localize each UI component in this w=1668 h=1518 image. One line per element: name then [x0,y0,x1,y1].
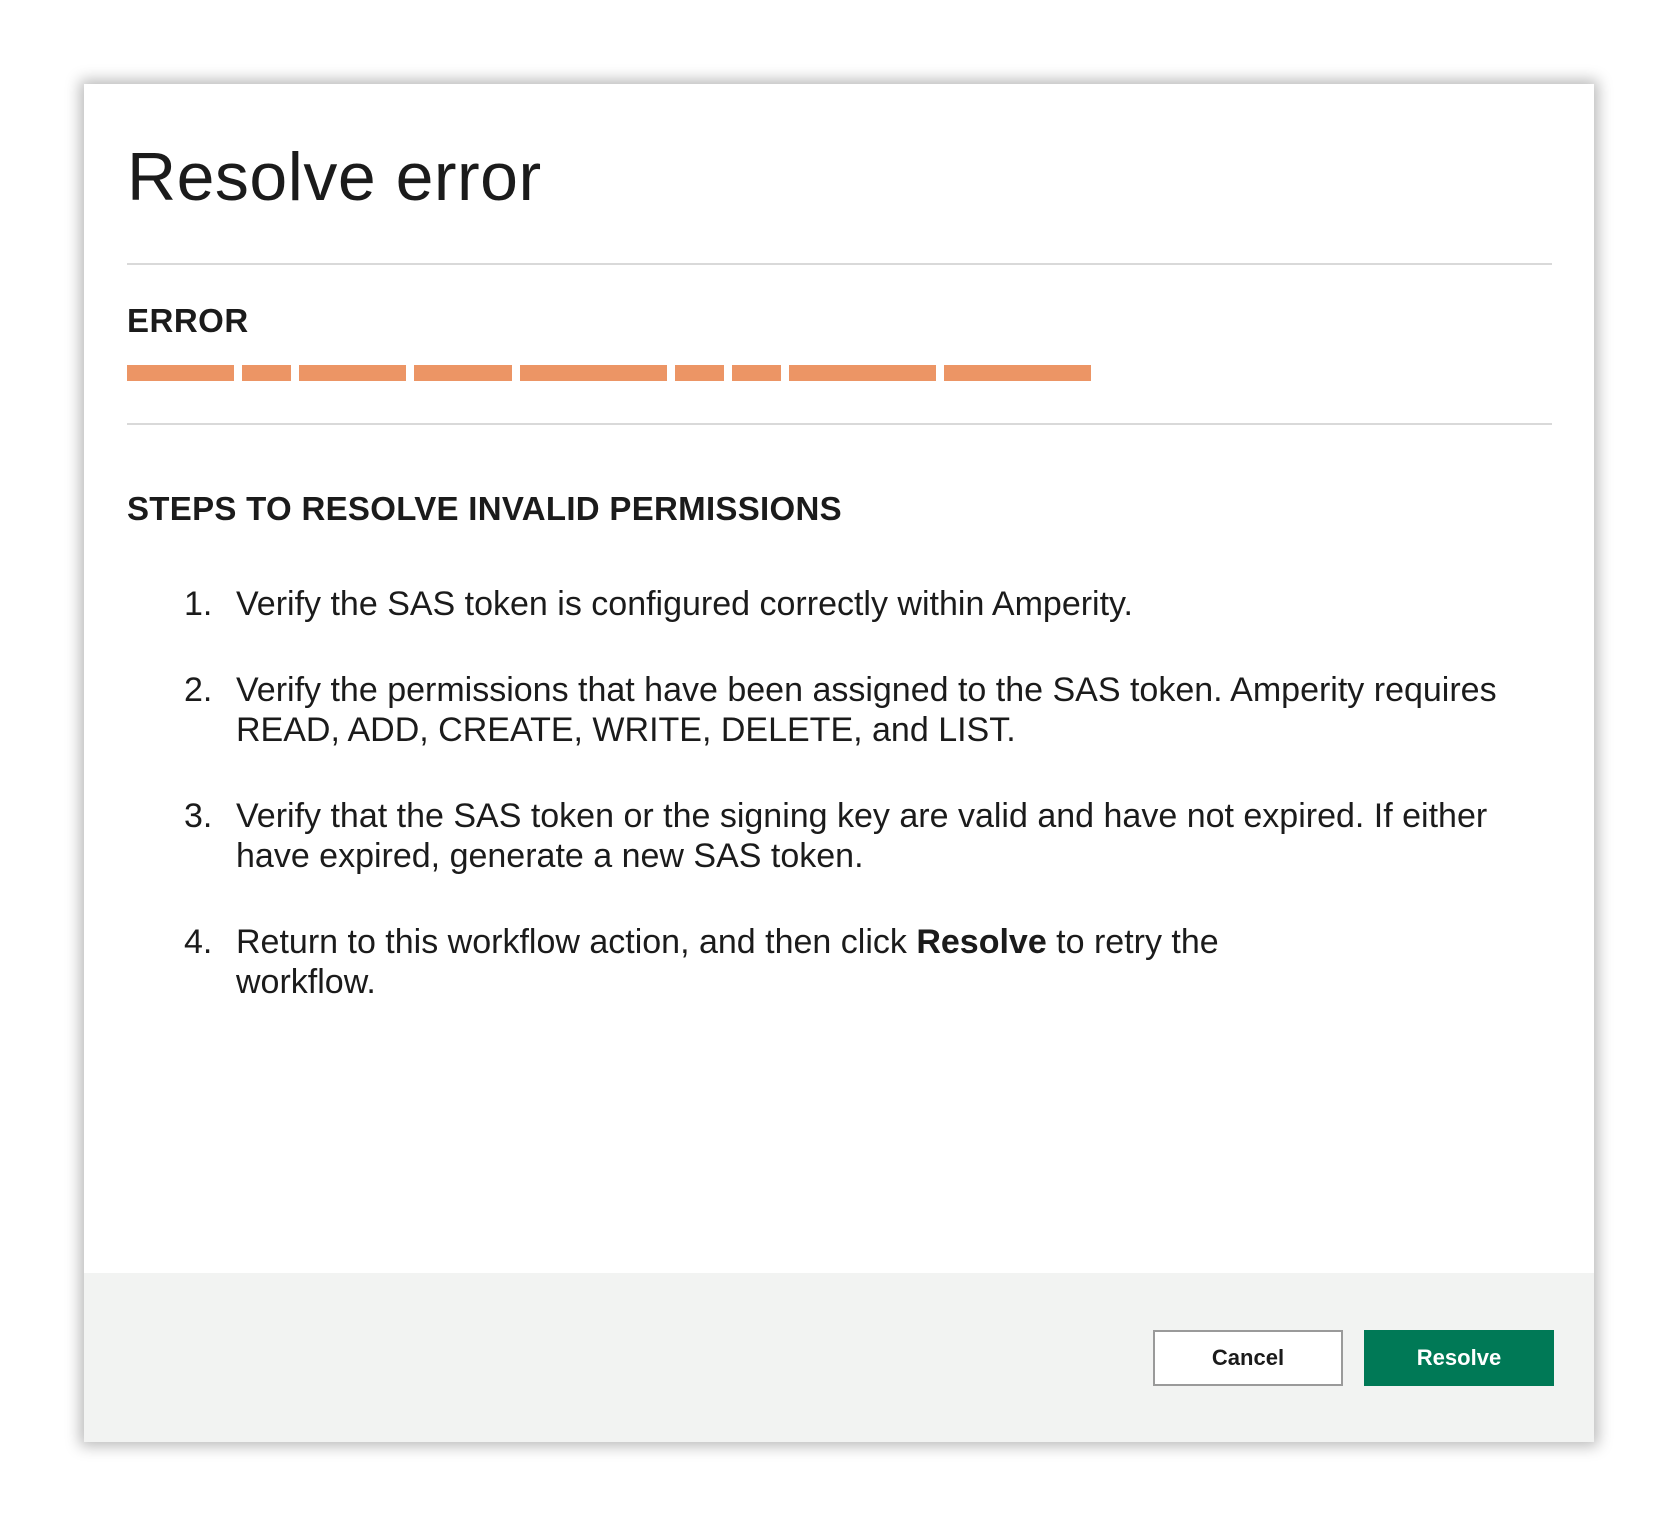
step-number: 4. [184,923,213,961]
redaction-segment [789,365,936,381]
redaction-segment [732,365,781,381]
step-text-before: Return to this workflow action, and then… [236,923,917,961]
error-heading: ERROR [127,302,249,339]
step-number: 2. [184,671,213,709]
step-text-bold: Resolve [916,923,1047,961]
steps-list: 1. Verify the SAS token is configured co… [184,584,1524,1048]
redaction-segment [242,365,291,381]
dialog-footer: Cancel Resolve [84,1273,1594,1442]
redaction-segment [299,365,406,381]
step-number: 1. [184,585,213,623]
redaction-segment [127,365,234,381]
redaction-segment [675,365,724,381]
dialog-title: Resolve error [127,139,542,215]
resolve-error-dialog: Resolve error ERROR STEPS TO RESOLVE INV… [84,84,1594,1442]
resolve-button[interactable]: Resolve [1364,1330,1554,1386]
step-text: Verify that the SAS token or the signing… [236,797,1488,875]
step-item: 2. Verify the permissions that have been… [184,670,1524,750]
step-text: Verify the permissions that have been as… [236,671,1497,749]
step-item: 1. Verify the SAS token is configured co… [184,584,1524,624]
redacted-error-message [127,365,1091,381]
redaction-segment [414,365,512,381]
step-item: 4. Return to this workflow action, and t… [184,922,1236,1002]
step-number: 3. [184,797,213,835]
step-item: 3. Verify that the SAS token or the sign… [184,796,1524,876]
step-text: Verify the SAS token is configured corre… [236,585,1133,623]
steps-heading: STEPS TO RESOLVE INVALID PERMISSIONS [127,490,842,527]
cancel-button[interactable]: Cancel [1153,1330,1343,1386]
redaction-segment [944,365,1091,381]
redaction-segment [520,365,667,381]
error-divider [127,423,1552,425]
title-divider [127,263,1552,265]
